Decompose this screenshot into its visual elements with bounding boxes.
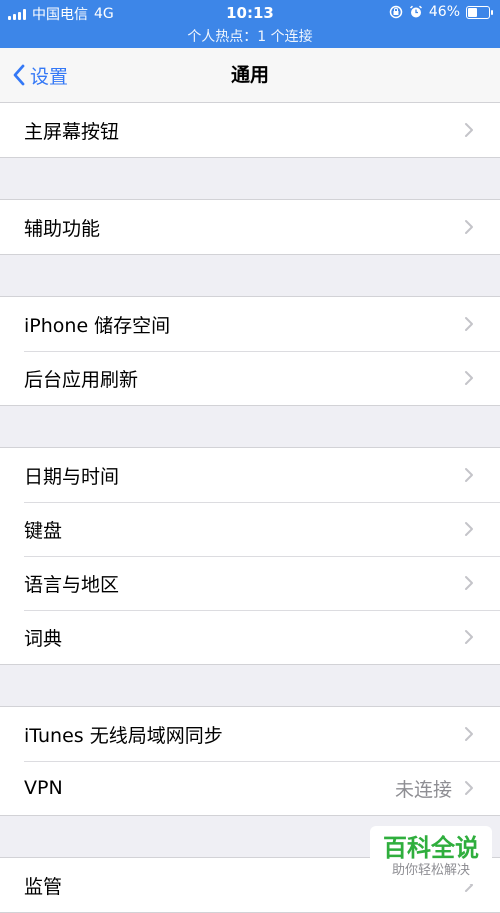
chevron-right-icon (465, 123, 473, 137)
settings-row-label: 监管 (24, 875, 63, 898)
battery-fill (468, 7, 477, 17)
settings-row-label: 辅助功能 (24, 217, 101, 240)
settings-row[interactable]: 语言与地区 (0, 556, 500, 610)
settings-row[interactable]: 词典 (0, 610, 500, 664)
settings-group: iPhone 储存空间 后台应用刷新 (0, 296, 500, 406)
hotspot-banner[interactable]: 个人热点：1 个连接 (0, 26, 500, 46)
battery-percent: 46% (428, 4, 460, 20)
status-right: 46% (389, 4, 493, 20)
settings-row[interactable]: 日期与时间 (0, 448, 500, 502)
settings-row[interactable]: iPhone 储存空间 (0, 297, 500, 351)
watermark-title: 百科全说 (383, 834, 479, 862)
watermark-subtitle: 助你轻松解决 (391, 863, 470, 878)
section-gap (0, 406, 500, 447)
settings-group: iTunes 无线局域网同步 VPN 未连接 (0, 706, 500, 816)
chevron-right-icon (465, 371, 473, 385)
chevron-right-icon (465, 522, 473, 536)
navigation-bar: 设置 通用 (0, 48, 500, 103)
alarm-icon (409, 5, 422, 18)
settings-row-label: VPN (24, 777, 63, 799)
settings-row-label: 键盘 (24, 519, 63, 542)
settings-row-label: 后台应用刷新 (24, 368, 139, 391)
page-title: 通用 (230, 64, 269, 86)
chevron-right-icon (465, 576, 473, 590)
section-gap (0, 158, 500, 199)
settings-row-label: 主屏幕按钮 (24, 120, 120, 143)
settings-row-label: 语言与地区 (24, 573, 120, 596)
settings-row-label: 日期与时间 (24, 465, 120, 488)
battery-icon (466, 5, 493, 19)
settings-row-label: iPhone 储存空间 (24, 314, 171, 337)
settings-row-label: iTunes 无线局域网同步 (24, 724, 223, 747)
settings-row[interactable]: iTunes 无线局域网同步 (0, 707, 500, 761)
settings-group: 辅助功能 (0, 199, 500, 255)
status-bar: 中国电信 4G 10:13 46% 个人热点：1 个连接 (0, 0, 500, 48)
settings-row[interactable]: 辅助功能 (0, 200, 500, 254)
chevron-right-icon (465, 317, 473, 331)
section-gap (0, 255, 500, 296)
rotation-lock-icon (389, 5, 403, 19)
settings-group: 日期与时间键盘语言与地区词典 (0, 447, 500, 665)
settings-row[interactable]: 后台应用刷新 (0, 351, 500, 405)
settings-row[interactable]: VPN 未连接 (0, 761, 500, 815)
settings-row-value: 未连接 (394, 778, 452, 801)
chevron-right-icon (465, 630, 473, 644)
watermark-logo: 百科全说 助你轻松解决 (370, 826, 492, 884)
chevron-right-icon (465, 468, 473, 482)
settings-row-label: 词典 (24, 627, 63, 650)
chevron-right-icon (465, 781, 473, 795)
chevron-right-icon (465, 727, 473, 741)
settings-row[interactable]: 主屏幕按钮 (0, 103, 500, 157)
settings-row[interactable]: 键盘 (0, 502, 500, 556)
chevron-right-icon (465, 220, 473, 234)
settings-group: 主屏幕按钮 (0, 102, 500, 158)
section-gap (0, 665, 500, 706)
settings-list: 主屏幕按钮 辅助功能 iPhone 储存空间 后台应用刷新 日期与时间 键盘 语言与地区 词典… (0, 102, 500, 913)
